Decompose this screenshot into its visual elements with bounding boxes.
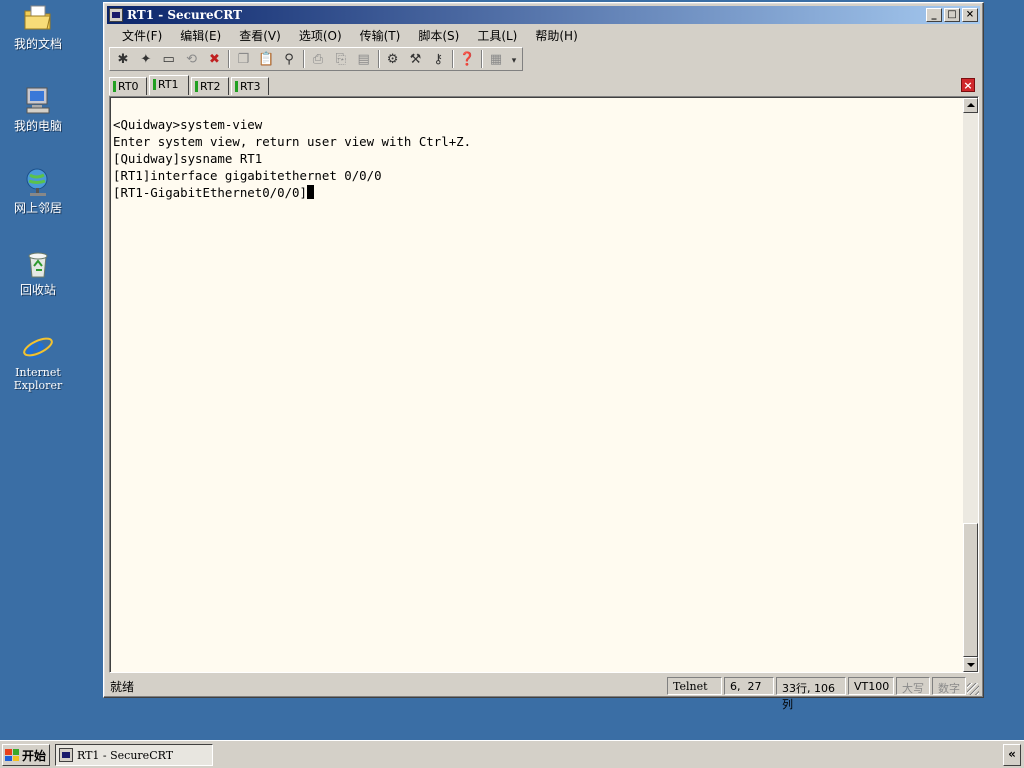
desktop-icon-label: 回收站 (19, 283, 56, 297)
close-tab-icon[interactable]: × (961, 78, 975, 92)
network-places-icon (22, 166, 54, 198)
tab-rt1[interactable]: RT1 (149, 75, 189, 95)
scroll-up-icon[interactable] (963, 98, 978, 113)
desktop-icon-recycle-bin[interactable]: 回收站 (0, 248, 76, 297)
start-button[interactable]: 开始 (2, 744, 50, 766)
tab-rt0[interactable]: RT0 (109, 77, 147, 95)
terminal-line: [Quidway]sysname RT1 (113, 151, 263, 166)
terminal-line: Enter system view, return user view with… (113, 134, 472, 149)
connect-in-tab-icon[interactable]: ▭ (159, 50, 179, 68)
print-setup-icon[interactable]: ▤ (354, 50, 374, 68)
close-button[interactable]: × (962, 8, 978, 22)
menu-help[interactable]: 帮助(H) (526, 27, 586, 44)
toolbar: ✱ ✦ ▭ ⟲ ✖ ❐ 📋 ⚲ ⎙ ⎘ ▤ ⚙ ⚒ ⚷ ❓ ▦ ▾ (109, 47, 523, 71)
menu-view[interactable]: 查看(V) (230, 27, 290, 44)
tab-rt2[interactable]: RT2 (191, 77, 229, 95)
title-bar[interactable]: RT1 - SecureCRT _ □ × (107, 6, 980, 24)
my-documents-icon (22, 2, 54, 34)
minimize-button[interactable]: _ (926, 8, 942, 22)
status-screen-size: 33行, 106列 (776, 677, 846, 711)
copy-icon[interactable]: ❐ (233, 50, 253, 68)
reconnect-icon[interactable]: ⟲ (182, 50, 202, 68)
maximize-button[interactable]: □ (944, 8, 960, 22)
terminal-line: <Quidway>system-view (113, 117, 263, 132)
session-options-icon[interactable]: ⚙ (383, 50, 403, 68)
status-num-lock: 数字 (932, 677, 966, 695)
desktop-icon-label: 网上邻居 (13, 201, 62, 215)
toolbar-separator (377, 50, 380, 68)
global-options-icon[interactable]: ⚒ (406, 50, 426, 68)
print-icon[interactable]: ⎙ (308, 50, 328, 68)
paste-icon[interactable]: 📋 (256, 50, 276, 68)
vertical-scrollbar[interactable] (963, 98, 978, 672)
status-text: 就绪 (110, 679, 135, 694)
terminal-area[interactable]: <Quidway>system-view Enter system view, r… (111, 98, 964, 672)
keymap-icon[interactable]: ⚷ (428, 50, 448, 68)
menu-bar: 文件(F) 编辑(E) 查看(V) 选项(O) 传输(T) 脚本(S) 工具(L… (107, 25, 980, 45)
toolbar-overflow-icon[interactable]: ▾ (509, 52, 519, 70)
desktop-icon-network-places[interactable]: 网上邻居 (0, 166, 76, 215)
securecrt-app-icon (59, 748, 73, 762)
securecrt-app-icon (109, 8, 123, 22)
disconnect-icon[interactable]: ✖ (205, 50, 225, 68)
windows-logo-icon (5, 749, 19, 761)
menu-options[interactable]: 选项(O) (290, 27, 351, 44)
status-caps-lock: 大写 (896, 677, 930, 695)
sftp-icon[interactable]: ▦ (486, 50, 506, 68)
tab-label: RT2 (200, 80, 221, 93)
menu-file[interactable]: 文件(F) (113, 27, 171, 44)
scroll-down-icon[interactable] (963, 657, 978, 672)
terminal-line: [RT1-GigabitEthernet0/0/0] (113, 185, 307, 200)
menu-edit[interactable]: 编辑(E) (171, 27, 230, 44)
toolbar-separator (303, 50, 305, 68)
menu-script[interactable]: 脚本(S) (409, 27, 468, 44)
terminal-frame: <Quidway>system-view Enter system view, r… (109, 96, 979, 673)
status-protocol: Telnet (667, 677, 722, 695)
toolbar-separator (228, 50, 231, 68)
window-title: RT1 - SecureCRT (127, 8, 242, 22)
desktop-icon-my-documents[interactable]: 我的文档 (0, 2, 76, 51)
taskbar-item-securecrt[interactable]: RT1 - SecureCRT (55, 744, 213, 766)
desktop-icon-my-computer[interactable]: 我的电脑 (0, 84, 76, 133)
desktop-icon-internet-explorer[interactable]: e Internet Explorer (0, 330, 76, 392)
scrollbar-thumb[interactable] (963, 523, 978, 657)
my-computer-icon (22, 84, 54, 116)
status-bar: 就绪 Telnet 6, 27 33行, 106列 VT100 大写 数字 (107, 676, 980, 711)
desktop-icon-label: Internet Explorer (13, 366, 63, 392)
session-tabs: RT0 RT1 RT2 RT3 × (109, 75, 978, 95)
recycle-bin-icon (22, 248, 54, 280)
start-label: 开始 (22, 748, 47, 763)
help-icon[interactable]: ❓ (457, 50, 477, 68)
taskbar-item-label: RT1 - SecureCRT (77, 748, 174, 762)
print-selection-icon[interactable]: ⎘ (331, 50, 351, 68)
terminal-line: [RT1]interface gigabitethernet 0/0/0 (113, 168, 382, 183)
terminal-prompt-line: [RT1-GigabitEthernet0/0/0] (113, 184, 964, 201)
tab-label: RT1 (158, 78, 179, 91)
status-emulation: VT100 (848, 677, 894, 695)
tab-label: RT3 (240, 80, 261, 93)
desktop-icon-label: 我的电脑 (13, 119, 62, 133)
tray-expand-button[interactable]: « (1003, 744, 1021, 766)
internet-explorer-icon: e (22, 330, 54, 366)
menu-transfer[interactable]: 传输(T) (351, 27, 410, 44)
status-cells: Telnet 6, 27 33行, 106列 VT100 大写 数字 (665, 677, 966, 711)
connect-icon[interactable]: ✱ (113, 50, 133, 68)
window-controls: _ □ × (926, 8, 978, 22)
taskbar: 开始 RT1 - SecureCRT « (0, 740, 1024, 768)
desktop-icon-label: 我的文档 (13, 37, 62, 51)
status-cursor-position: 6, 27 (724, 677, 774, 695)
tab-rt3[interactable]: RT3 (231, 77, 269, 95)
toolbar-separator (452, 50, 455, 68)
quick-connect-icon[interactable]: ✦ (136, 50, 156, 68)
find-icon[interactable]: ⚲ (279, 50, 299, 68)
resize-grip[interactable] (967, 683, 979, 695)
text-cursor (306, 185, 314, 199)
menu-tools[interactable]: 工具(L) (468, 27, 526, 44)
toolbar-separator (481, 50, 484, 68)
tab-label: RT0 (118, 80, 139, 93)
securecrt-window: RT1 - SecureCRT _ □ × 文件(F) 编辑(E) 查看(V) … (103, 2, 984, 711)
